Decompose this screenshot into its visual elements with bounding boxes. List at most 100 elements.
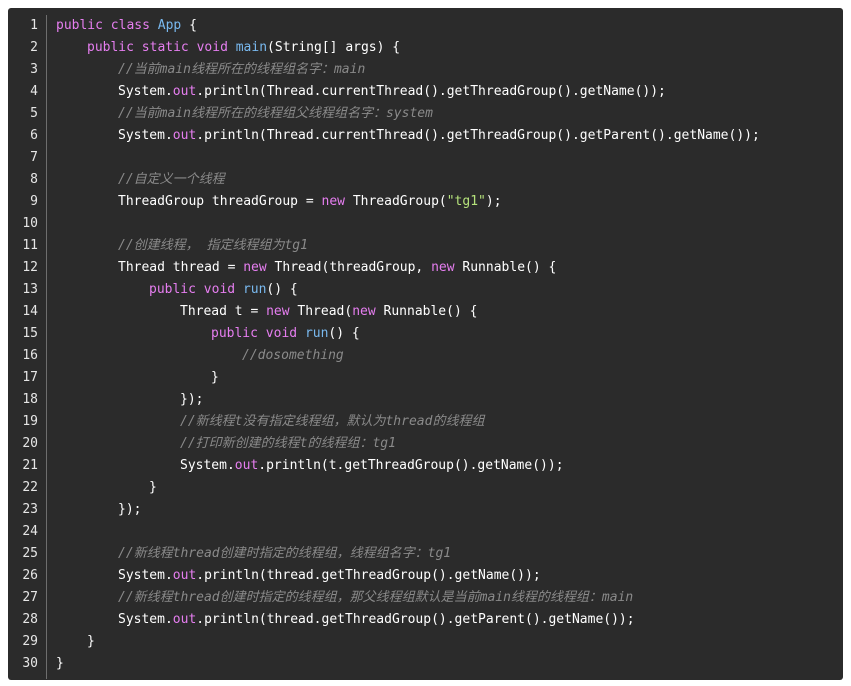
code-comment: //当前main线程所在的线程组名字：main (118, 62, 366, 77)
code-token: } (56, 656, 64, 671)
code-token: out (234, 458, 259, 473)
code-token: out (172, 568, 197, 583)
code-line: System.out.println(thread.getThreadGroup… (48, 565, 843, 587)
code-token: Runnable() { (462, 260, 557, 275)
code-token: Runnable() { (383, 304, 478, 319)
code-token: public (56, 18, 111, 33)
code-comment: //新线程t没有指定线程组，默认为thread的线程组 (180, 414, 485, 429)
code-line: public static void main(String[] args) { (48, 37, 843, 59)
code-token: () { (328, 326, 360, 341)
code-token: } (149, 480, 157, 495)
code-token: class (110, 18, 158, 33)
line-number: 16 (22, 348, 38, 363)
code-token: System. (180, 458, 235, 473)
code-line: Thread thread = new Thread(threadGroup, … (48, 257, 843, 279)
code-line: //自定义一个线程 (48, 169, 843, 191)
code-token: void (265, 326, 305, 341)
code-token: public (87, 40, 142, 55)
line-number: 27 (22, 590, 38, 605)
code-token: } (211, 370, 219, 385)
code-token: (String[] args) { (267, 40, 401, 55)
line-number: 29 (22, 634, 38, 649)
code-line: } (48, 477, 843, 499)
code-line: System.out.println(Thread.currentThread(… (48, 125, 843, 147)
line-number: 25 (22, 546, 38, 561)
code-token: System. (118, 128, 173, 143)
code-line: //新线程t没有指定线程组，默认为thread的线程组 (48, 411, 843, 433)
code-content: public class App {public static void mai… (48, 15, 843, 675)
code-token: void (196, 40, 236, 55)
code-token: .println(t.getThreadGroup().getName()); (258, 458, 564, 473)
line-number: 14 (22, 304, 38, 319)
code-line: System.out.println(t.getThreadGroup().ge… (48, 455, 843, 477)
line-number-gutter: 1 2 3 4 5 6 7 8 9 10 11 12 13 14 15 16 17 18 19 20 21 22 23 24 2… (8, 15, 47, 679)
code-token: run (304, 326, 329, 341)
code-token: new (431, 260, 463, 275)
line-number: 24 (22, 524, 38, 539)
code-token: .println(thread.getThreadGroup().getPare… (196, 612, 635, 627)
code-token: out (172, 128, 197, 143)
code-line: public void run() { (48, 279, 843, 301)
code-line: //新线程thread创建时指定的线程组，那父线程组默认是当前main线程的线程… (48, 587, 843, 609)
code-token: static (141, 40, 197, 55)
code-token: App (157, 18, 182, 33)
line-number: 23 (22, 502, 38, 517)
line-number: 26 (22, 568, 38, 583)
line-number: 8 (30, 172, 38, 187)
code-token: new (321, 194, 353, 209)
line-number: 22 (22, 480, 38, 495)
code-line: } (48, 631, 843, 653)
code-comment: //创建线程， 指定线程组为tg1 (118, 238, 308, 253)
line-number: 2 (30, 40, 38, 55)
code-line: Thread t = new Thread(new Runnable() { (48, 301, 843, 323)
code-comment: //新线程thread创建时指定的线程组，线程组名字：tg1 (118, 546, 452, 561)
code-token: System. (118, 568, 173, 583)
code-line: System.out.println(Thread.currentThread(… (48, 81, 843, 103)
code-token: public (149, 282, 204, 297)
line-number: 1 (30, 18, 38, 33)
line-number: 28 (22, 612, 38, 627)
line-number: 20 (22, 436, 38, 451)
code-token: .println(thread.getThreadGroup().getName… (196, 568, 541, 583)
line-number: 9 (30, 194, 38, 209)
code-token: ThreadGroup( (352, 194, 447, 209)
code-token: System. (118, 84, 173, 99)
line-number: 6 (30, 128, 38, 143)
code-line: //打印新创建的线程t的线程组：tg1 (48, 433, 843, 455)
line-number: 11 (22, 238, 38, 253)
line-number: 3 (30, 62, 38, 77)
code-token: }); (118, 502, 142, 517)
code-line: } (48, 653, 843, 675)
line-number: 19 (22, 414, 38, 429)
code-line: }); (48, 499, 843, 521)
code-token: .println(Thread.currentThread().getThrea… (196, 128, 760, 143)
line-number: 7 (30, 150, 38, 165)
code-line: ThreadGroup threadGroup = new ThreadGrou… (48, 191, 843, 213)
code-token: { (181, 18, 197, 33)
line-number: 17 (22, 370, 38, 385)
code-token: System. (118, 612, 173, 627)
code-line: //dosomething (48, 345, 843, 367)
code-line: System.out.println(thread.getThreadGroup… (48, 609, 843, 631)
line-number: 15 (22, 326, 38, 341)
code-token: } (87, 634, 95, 649)
code-line: } (48, 367, 843, 389)
line-number: 4 (30, 84, 38, 99)
line-number: 5 (30, 106, 38, 121)
line-number: 18 (22, 392, 38, 407)
line-number: 10 (22, 216, 38, 231)
code-token: public (211, 326, 266, 341)
code-token: new (243, 260, 275, 275)
code-token: ThreadGroup threadGroup = (118, 194, 322, 209)
code-token: new (352, 304, 384, 319)
code-token: new (266, 304, 298, 319)
code-line: }); (48, 389, 843, 411)
code-token: main (235, 40, 268, 55)
code-line: public class App { (48, 15, 843, 37)
line-number: 12 (22, 260, 38, 275)
code-token: () { (266, 282, 298, 297)
code-comment: //dosomething (242, 348, 344, 363)
code-block: 1 2 3 4 5 6 7 8 9 10 11 12 13 14 15 16 17 18 19 20 21 22 23 24 2… (8, 8, 843, 680)
